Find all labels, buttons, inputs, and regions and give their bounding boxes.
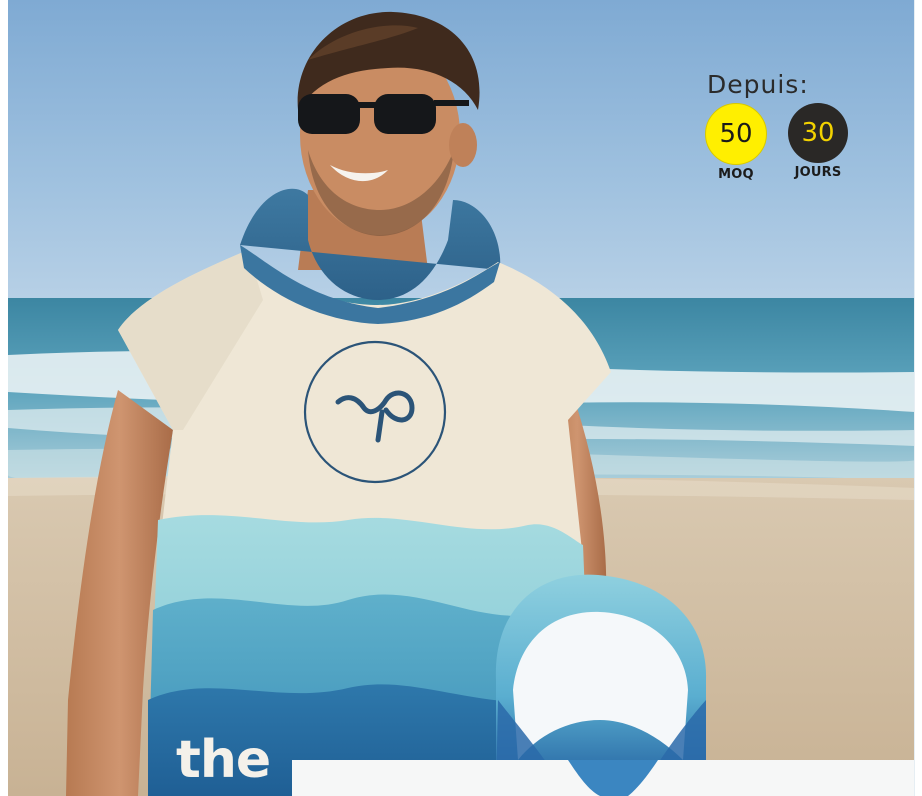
poncho-wordmark: the [176,730,271,790]
right-margin [914,0,922,796]
moq-badge: 50 [705,103,767,165]
moq-badge-group: 50 MOQ [705,103,767,182]
left-margin [0,0,8,796]
lead-time-badge-group: 30 JOURS [787,103,849,182]
moq-label: MOQ [718,167,754,182]
hero-banner: the Depuis: 50 MOQ 30 JOURS [0,0,922,796]
lead-time-label: JOURS [794,165,842,180]
since-label: Depuis: [707,70,809,99]
offer-badges: 50 MOQ 30 JOURS [705,103,855,182]
lead-time-badge: 30 [788,103,848,163]
offer-panel: Depuis: 50 MOQ 30 JOURS [705,70,855,182]
